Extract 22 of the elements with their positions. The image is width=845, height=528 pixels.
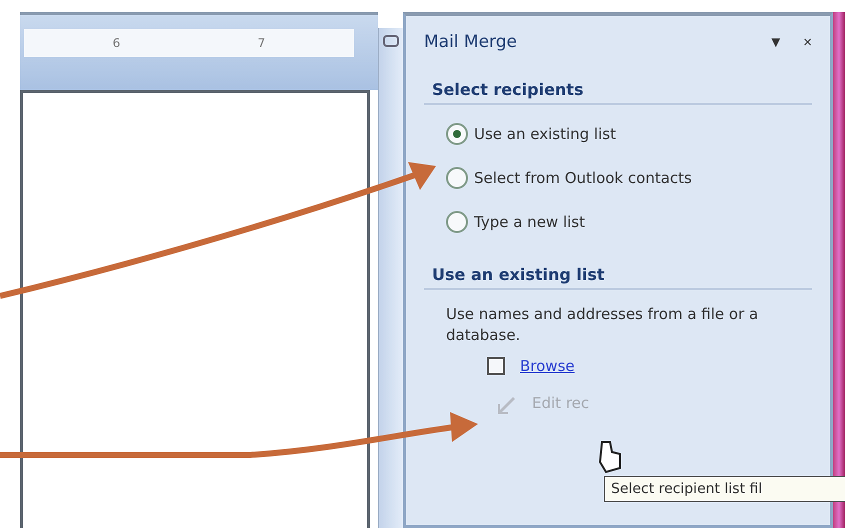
tooltip: Select recipient list fil: [604, 476, 845, 502]
section-heading: Select recipients: [424, 74, 812, 105]
description-text: Use names and addresses from a file or a database.: [446, 304, 760, 346]
scroll-bar[interactable]: [378, 28, 403, 528]
pane-title: Mail Merge: [424, 32, 518, 52]
radio-option[interactable]: Type a new list: [446, 207, 812, 237]
option-label: Use an existing list: [474, 125, 616, 143]
ruler-number: 7: [258, 36, 266, 50]
radio-button[interactable]: [446, 123, 468, 145]
close-button[interactable]: ×: [803, 34, 812, 50]
section-heading: Use an existing list: [424, 259, 812, 290]
ruler-toggle-icon[interactable]: [382, 32, 400, 50]
option-label: Type a new list: [474, 213, 585, 231]
radio-button[interactable]: [446, 167, 468, 189]
browse-link[interactable]: Browse: [520, 357, 575, 375]
radio-option[interactable]: Select from Outlook contacts: [446, 163, 812, 193]
radio-option[interactable]: Use an existing list: [446, 119, 812, 149]
pane-menu-button[interactable]: ▼: [768, 34, 784, 50]
ruler-number: 6: [112, 36, 120, 50]
radio-button[interactable]: [446, 211, 468, 233]
checkbox-icon: [486, 356, 506, 376]
option-label: Select from Outlook contacts: [474, 169, 692, 187]
